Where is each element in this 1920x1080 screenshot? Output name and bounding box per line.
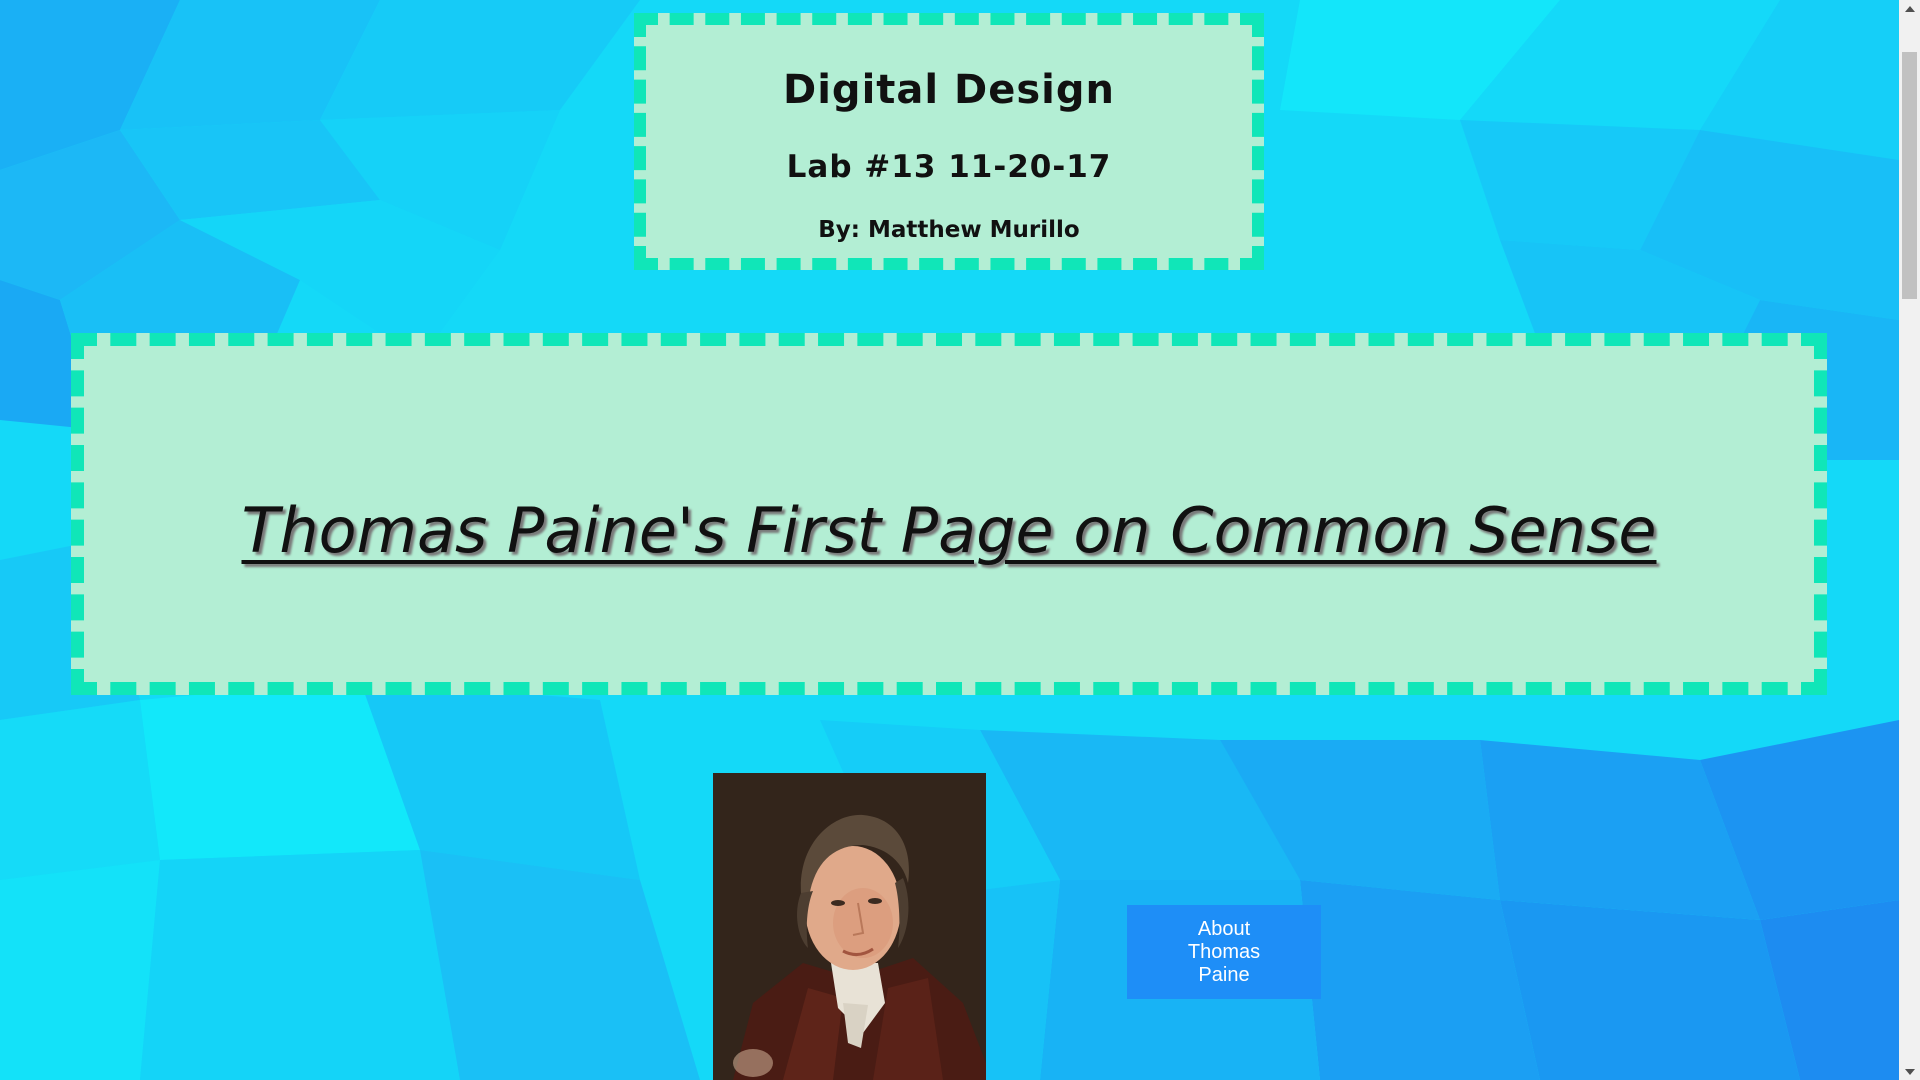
header-panel: Digital Design Lab #13 11-20-17 By: Matt… [634,13,1264,270]
page-title: Thomas Paine's First Page on Common Sens… [241,494,1657,567]
vertical-scrollbar[interactable] [1899,0,1920,1080]
about-thomas-paine-button[interactable]: About Thomas Paine [1127,905,1321,999]
chevron-down-icon [1904,1068,1915,1075]
lab-subtitle: Lab #13 11-20-17 [786,149,1112,185]
scroll-up-button[interactable] [1899,0,1920,17]
scrollbar-thumb[interactable] [1902,52,1917,299]
thomas-paine-portrait [713,773,986,1080]
main-title-panel: Thomas Paine's First Page on Common Sens… [71,333,1827,695]
scroll-down-button[interactable] [1899,1063,1920,1080]
site-title: Digital Design [783,67,1115,113]
author-line: By: Matthew Murillo [818,217,1080,243]
chevron-up-icon [1904,5,1915,12]
